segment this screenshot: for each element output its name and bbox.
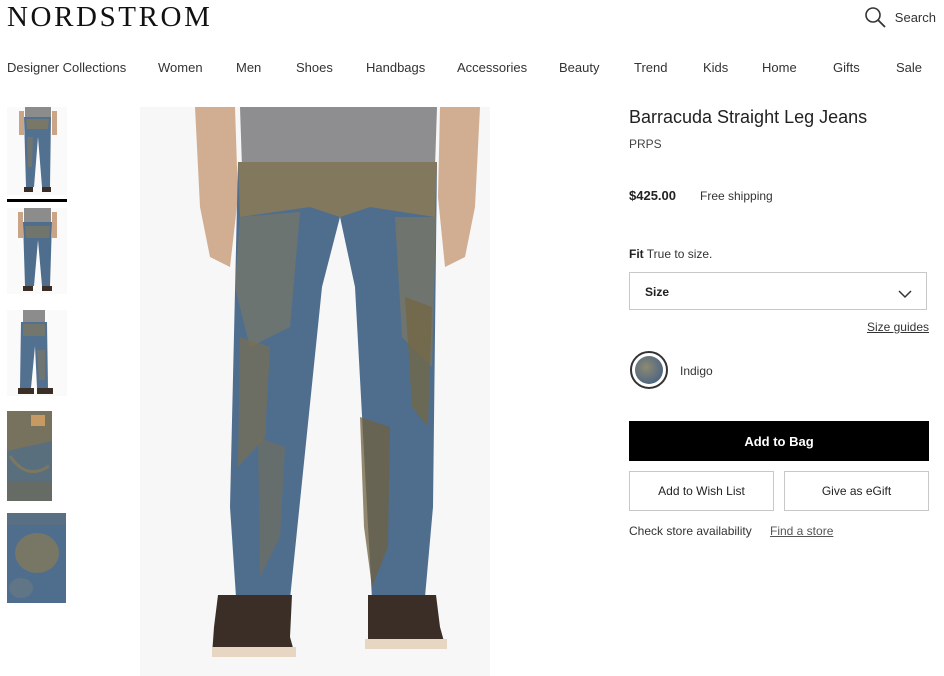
nav-beauty[interactable]: Beauty [559, 60, 599, 75]
nav-accessories[interactable]: Accessories [457, 60, 527, 75]
main-product-image[interactable] [140, 107, 490, 676]
fit-label: Fit [629, 247, 644, 261]
thumbnail-fabric-detail[interactable] [7, 513, 66, 603]
thumbnail-side[interactable] [7, 310, 67, 396]
search-label: Search [894, 9, 936, 25]
add-to-bag-button[interactable]: Add to Bag [629, 421, 929, 461]
nav-shoes[interactable]: Shoes [296, 60, 333, 75]
store-availability-text: Check store availability [629, 524, 752, 538]
search-icon [864, 6, 886, 28]
find-store-link[interactable]: Find a store [770, 524, 833, 538]
nordstrom-logo[interactable]: NORDSTROM [7, 3, 213, 32]
nav-home[interactable]: Home [762, 60, 797, 75]
search-button[interactable]: Search [864, 6, 936, 28]
thumbnail-front[interactable] [7, 107, 67, 195]
size-dropdown-label: Size [645, 285, 670, 299]
nav-handbags[interactable]: Handbags [366, 60, 425, 75]
thumbnail-pocket-detail[interactable] [7, 411, 52, 501]
add-to-wishlist-button[interactable]: Add to Wish List [629, 471, 774, 511]
nav-trend[interactable]: Trend [634, 60, 667, 75]
shipping-info: Free shipping [700, 189, 773, 203]
selected-thumbnail-indicator [7, 199, 67, 202]
product-price: $425.00 [629, 188, 676, 203]
nav-men[interactable]: Men [236, 60, 261, 75]
nav-sale[interactable]: Sale [896, 60, 922, 75]
product-title: Barracuda Straight Leg Jeans [629, 107, 868, 127]
main-navigation: Designer Collections Women Men Shoes Han… [7, 60, 922, 78]
nav-kids[interactable]: Kids [703, 60, 728, 75]
thumbnail-back[interactable] [7, 208, 67, 294]
selected-color-name: Indigo [680, 364, 713, 378]
nav-women[interactable]: Women [158, 60, 203, 75]
chevron-down-icon [898, 286, 912, 304]
give-egift-button[interactable]: Give as eGift [784, 471, 929, 511]
nav-gifts[interactable]: Gifts [833, 60, 860, 75]
color-swatch-indigo[interactable] [630, 351, 668, 389]
nav-designer-collections[interactable]: Designer Collections [7, 60, 126, 75]
fit-value: True to size. [646, 247, 713, 261]
size-dropdown[interactable]: Size [629, 272, 927, 310]
size-guides-link[interactable]: Size guides [867, 320, 929, 334]
swatch-fill [635, 356, 663, 384]
fit-info: Fit True to size. [629, 247, 712, 261]
product-brand[interactable]: PRPS [629, 137, 662, 151]
